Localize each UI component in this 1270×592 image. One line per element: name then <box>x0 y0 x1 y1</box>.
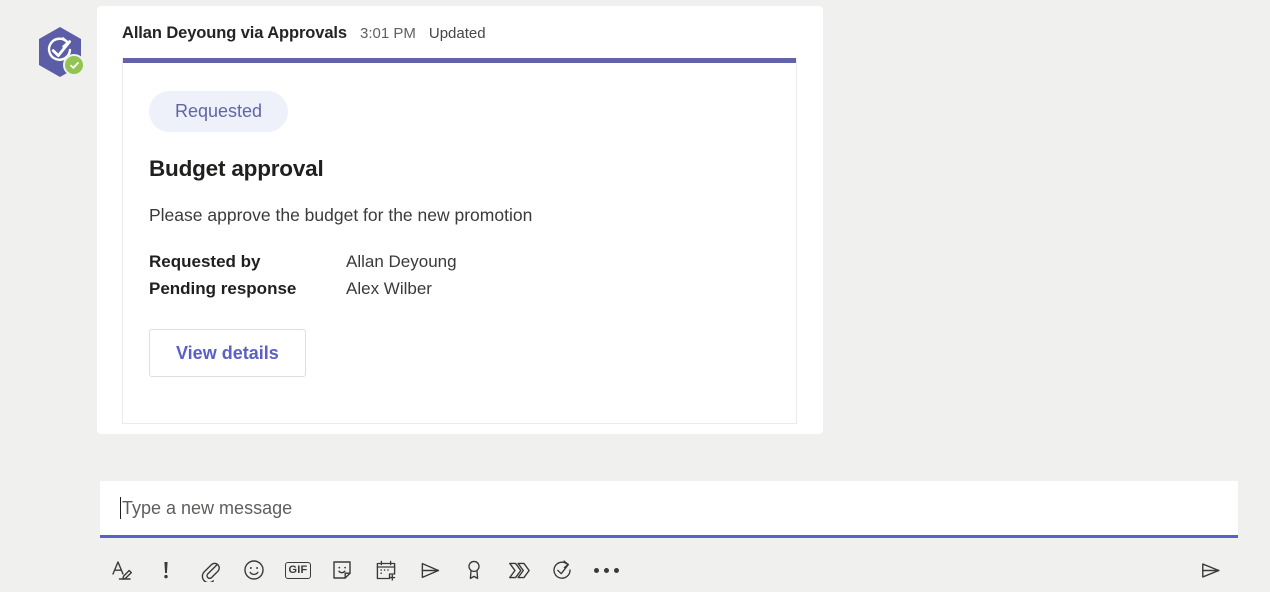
fact-value: Allan Deyoung <box>346 251 457 271</box>
chat-message: Allan Deyoung via Approvals 3:01 PM Upda… <box>0 0 1270 450</box>
fact-set: Requested by Allan Deyoung Pending respo… <box>149 248 770 302</box>
attach-icon[interactable] <box>188 550 232 590</box>
card-title: Budget approval <box>149 155 324 181</box>
sticker-icon[interactable] <box>320 550 364 590</box>
avatar[interactable] <box>36 26 85 78</box>
fact-label: Requested by <box>149 251 261 271</box>
text-caret <box>120 497 121 519</box>
message-input[interactable]: Type a new message <box>120 497 292 519</box>
message-timestamp: 3:01 PM <box>360 25 416 42</box>
fact-row: Requested by Allan Deyoung <box>149 248 770 275</box>
praise-icon[interactable] <box>452 550 496 590</box>
fact-label: Pending response <box>149 278 297 298</box>
more-options-icon[interactable] <box>584 550 628 590</box>
fact-row: Pending response Alex Wilber <box>149 275 770 302</box>
schedule-meeting-icon[interactable] <box>364 550 408 590</box>
status-badge: Requested <box>149 91 289 132</box>
format-icon[interactable] <box>100 550 144 590</box>
gif-label: GIF <box>284 561 312 579</box>
view-details-button[interactable]: View details <box>149 328 306 377</box>
send-icon[interactable] <box>1188 550 1232 590</box>
approval-card: Requested Budget approval Please approve… <box>122 58 797 424</box>
ellipsis-dots <box>593 567 619 573</box>
message-status: Updated <box>428 25 486 42</box>
gif-icon[interactable]: GIF <box>276 550 320 590</box>
compose-box[interactable]: Type a new message <box>100 481 1238 538</box>
important-icon[interactable] <box>144 550 188 590</box>
card-body: Requested Budget approval Please approve… <box>123 63 796 377</box>
stream-icon[interactable] <box>408 550 452 590</box>
compose-toolbar: GIF <box>100 548 1238 592</box>
sender-name[interactable]: Allan Deyoung via Approvals <box>122 24 347 43</box>
power-automate-icon[interactable] <box>496 550 540 590</box>
message-bubble: Allan Deyoung via Approvals 3:01 PM Upda… <box>97 6 823 434</box>
approvals-icon[interactable] <box>540 550 584 590</box>
message-header: Allan Deyoung via Approvals 3:01 PM Upda… <box>122 24 486 43</box>
card-description: Please approve the budget for the new pr… <box>149 204 533 225</box>
presence-available-icon <box>63 54 85 76</box>
emoji-icon[interactable] <box>232 550 276 590</box>
fact-value: Alex Wilber <box>346 278 432 298</box>
message-input-placeholder: Type a new message <box>122 497 293 518</box>
